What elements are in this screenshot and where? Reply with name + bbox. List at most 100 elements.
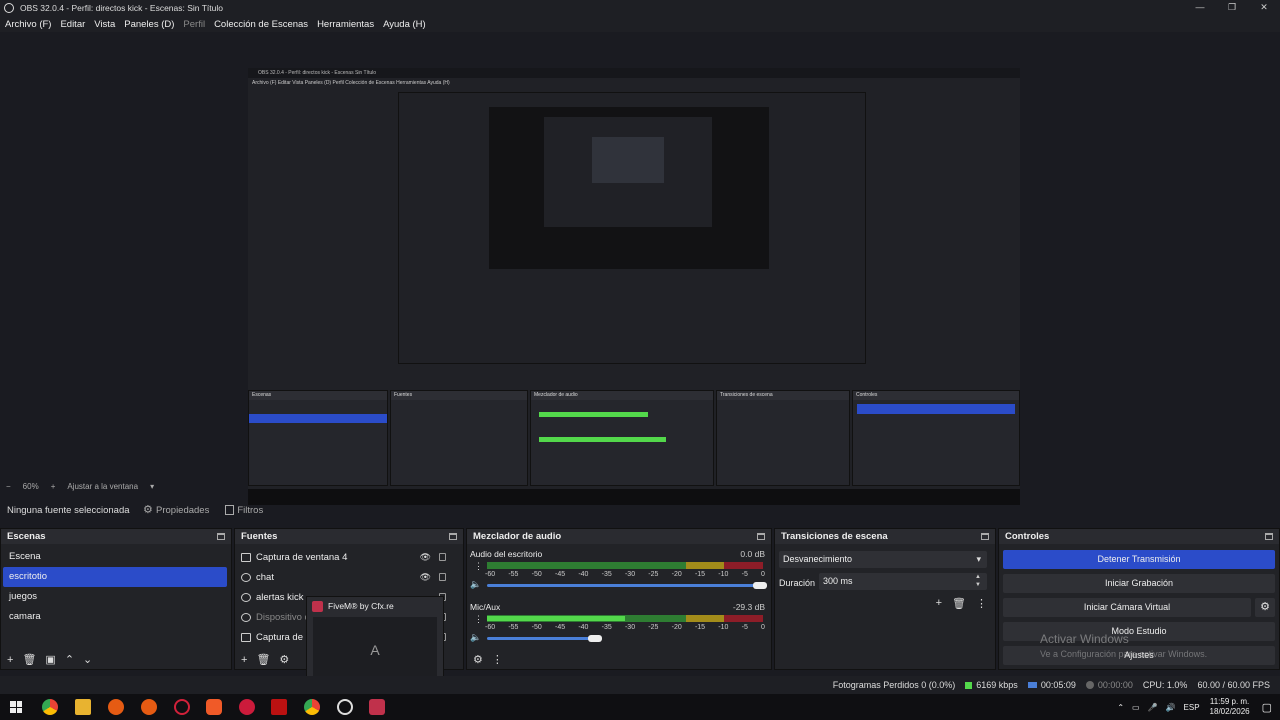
move-scene-up-icon[interactable]: ⌃ — [65, 653, 74, 666]
start-recording-button[interactable]: Iniciar Grabación — [1003, 574, 1275, 593]
dock-undock-icon[interactable] — [757, 533, 765, 540]
tray-overflow-icon[interactable]: ⌃ — [1117, 703, 1124, 712]
obs-taskbar-icon[interactable] — [337, 699, 353, 715]
zoom-in-button[interactable]: + — [51, 482, 56, 491]
scene-item-juegos[interactable]: juegos — [3, 587, 227, 607]
move-scene-down-icon[interactable]: ⌄ — [83, 653, 92, 666]
dock-undock-icon[interactable] — [449, 533, 457, 540]
notifications-icon[interactable]: ▢ — [1262, 701, 1272, 714]
window-capture-icon — [241, 552, 251, 562]
opera-icon[interactable] — [174, 699, 190, 715]
transitions-title: Transiciones de escena — [781, 531, 888, 542]
properties-bar: Ninguna fuente seleccionada Propiedades … — [0, 498, 1280, 522]
transition-menu-icon[interactable]: ⋮ — [976, 597, 987, 610]
volume-slider[interactable] — [487, 584, 763, 587]
filter-icon — [225, 505, 235, 515]
scene-item-camara[interactable]: camara — [3, 607, 227, 627]
remove-transition-icon[interactable]: 🗑 — [952, 597, 966, 610]
add-transition-button[interactable]: + — [936, 597, 942, 610]
volume-knob[interactable] — [588, 635, 602, 642]
app-icon[interactable] — [271, 699, 287, 715]
no-source-selected-label: Ninguna fuente seleccionada — [7, 504, 130, 516]
chrome-icon[interactable] — [42, 699, 58, 715]
source-item-chat[interactable]: chat 👁 — [235, 567, 463, 587]
add-scene-button[interactable]: + — [7, 654, 13, 666]
sources-dock-header: Fuentes — [235, 529, 463, 544]
clock-time: 11:59 p. m. — [1209, 697, 1250, 706]
advanced-audio-gear-icon[interactable]: ⚙ — [473, 653, 483, 666]
fps-status: 60.00 / 60.00 FPS — [1197, 680, 1270, 690]
chrome-profile-icon[interactable] — [304, 699, 320, 715]
remove-source-icon[interactable]: 🗑 — [256, 653, 270, 666]
fit-window-label[interactable]: Ajustar a la ventana — [67, 482, 138, 491]
preview-area[interactable]: OBS 32.0.4 - Perfil: directos kick - Esc… — [0, 32, 1280, 505]
duration-input[interactable]: 300 ms ▲ ▼ — [819, 573, 987, 590]
source-properties-gear-icon[interactable]: ⚙ — [279, 653, 289, 666]
popup-title: FiveM® by Cfx.re — [328, 601, 394, 611]
add-source-button[interactable]: + — [241, 654, 247, 666]
maximize-button[interactable]: ❐ — [1216, 0, 1248, 16]
volume-icon[interactable]: 🔊 — [1166, 703, 1176, 712]
preview-nested-docks: Escenas Fuentes Mezclador de audio Trans… — [248, 390, 1020, 486]
duration-spinner-icon[interactable]: ▲ ▼ — [975, 573, 981, 589]
scene-item-escena[interactable]: Escena — [3, 547, 227, 567]
menu-herramientas[interactable]: Herramientas — [317, 19, 374, 30]
fivem-taskbar-icon[interactable] — [369, 699, 385, 715]
lock-icon[interactable] — [439, 553, 446, 561]
zoom-level: 60% — [22, 481, 39, 491]
language-indicator[interactable]: ESP — [1184, 703, 1200, 712]
lock-icon[interactable] — [439, 573, 446, 581]
close-button[interactable]: ✕ — [1248, 0, 1280, 16]
mic-tray-icon[interactable]: 🎤 — [1148, 703, 1158, 712]
brave-icon[interactable] — [206, 699, 222, 715]
taskbar-preview-popup[interactable]: FiveM® by Cfx.re A — [306, 596, 444, 688]
speaker-icon[interactable]: 🔈 — [470, 579, 481, 590]
file-explorer-icon[interactable] — [75, 699, 91, 715]
minimize-button[interactable]: — — [1184, 0, 1216, 16]
filters-button[interactable]: Filtros — [225, 505, 263, 516]
source-item-captura-ventana[interactable]: Captura de ventana 4 👁 — [235, 547, 463, 567]
scene-item-escritotio[interactable]: escritotio — [3, 567, 227, 587]
channel-scale: -60 -55 -50 -45 -40 -35 -30 -25 -20 -15 -10 -5 0 — [485, 624, 765, 631]
menu-archivo[interactable]: Archivo (F) — [5, 19, 51, 30]
network-icon[interactable]: ▭ — [1132, 703, 1140, 712]
properties-button[interactable]: Propiedades — [143, 503, 209, 516]
dock-undock-icon[interactable] — [1265, 533, 1273, 540]
popup-thumbnail[interactable]: A — [313, 617, 437, 683]
clock[interactable]: 11:59 p. m. 18/02/2026 — [1210, 697, 1250, 717]
menu-paneles[interactable]: Paneles (D) — [124, 19, 174, 30]
menu-coleccion-escenas[interactable]: Colección de Escenas — [214, 19, 308, 30]
preview-canvas[interactable]: OBS 32.0.4 - Perfil: directos kick - Esc… — [248, 68, 1020, 505]
preview-nested-canvas — [489, 107, 769, 269]
vivaldi-icon[interactable] — [239, 699, 255, 715]
volume-knob[interactable] — [753, 582, 767, 589]
volume-slider[interactable] — [487, 637, 592, 640]
windows-start-icon[interactable] — [10, 701, 22, 713]
scene-filters-icon[interactable]: ▣ — [45, 653, 55, 666]
remove-scene-icon[interactable]: 🗑 — [22, 653, 36, 666]
transition-select[interactable]: Desvanecimiento — [779, 551, 987, 568]
menu-perfil[interactable]: Perfil — [183, 19, 205, 30]
channel-menu-icon[interactable]: ⋮ — [474, 614, 483, 625]
menu-editar[interactable]: Editar — [60, 19, 85, 30]
speaker-icon[interactable]: 🔈 — [470, 632, 481, 643]
zoom-dropdown-icon[interactable]: ▾ — [150, 482, 154, 491]
firefox-icon[interactable] — [108, 699, 124, 715]
menu-ayuda[interactable]: Ayuda (H) — [383, 19, 426, 30]
dock-undock-icon[interactable] — [981, 533, 989, 540]
virtual-camera-gear-icon[interactable]: ⚙ — [1255, 598, 1275, 617]
firefox-dev-icon[interactable] — [141, 699, 157, 715]
visibility-eye-icon[interactable]: 👁 — [420, 552, 431, 563]
menu-vista[interactable]: Vista — [94, 19, 115, 30]
source-label: Captura de p — [256, 631, 311, 643]
visibility-eye-icon[interactable]: 👁 — [420, 572, 431, 583]
channel-menu-icon[interactable]: ⋮ — [474, 561, 483, 572]
mixer-channel-desktop: Audio del escritorio 0.0 dB ⋮ -60 -55 -50-… — [467, 546, 771, 596]
virtual-camera-button[interactable]: Iniciar Cámara Virtual — [1003, 598, 1251, 617]
dock-undock-icon[interactable] — [217, 533, 225, 540]
window-controls: — ❐ ✕ — [1184, 0, 1280, 16]
stop-stream-button[interactable]: Detener Transmisión — [1003, 550, 1275, 569]
channel-db: -29.3 dB — [732, 602, 765, 612]
zoom-out-button[interactable]: − — [6, 482, 11, 491]
mixer-menu-icon[interactable]: ⋮ — [492, 653, 503, 666]
